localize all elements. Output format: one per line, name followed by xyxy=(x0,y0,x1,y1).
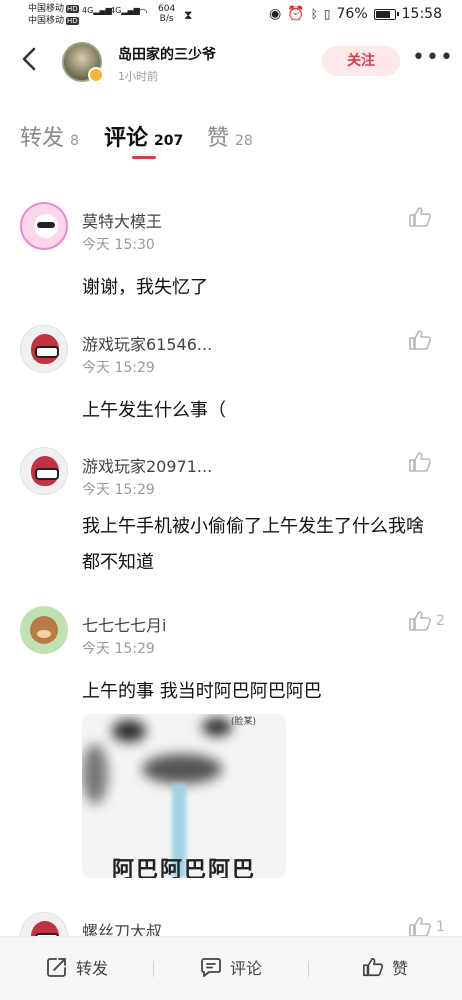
like-button[interactable] xyxy=(408,451,436,473)
chevron-left-icon xyxy=(22,47,36,71)
author-avatar[interactable] xyxy=(62,42,104,83)
like-button[interactable] xyxy=(408,206,436,228)
comment-time: 今天 15:30 xyxy=(82,237,155,253)
comment-image[interactable]: (脸某) 阿巴阿巴阿巴 xyxy=(82,714,286,878)
comment-text: 我上午手机被小偷偷了上午发生了什么我啥都不知道 xyxy=(82,516,424,573)
status-bar: 中国移动 HD 中国移动 HD 4G▂▄▆ 4G▂▄▆ ◠ 604 B/s ⧗ ◉ ⏰… xyxy=(0,0,462,32)
verified-badge-icon xyxy=(88,67,104,83)
more-options-button[interactable]: ••• xyxy=(412,47,453,74)
clock: 15:58 xyxy=(401,6,442,22)
comment-time: 今天 15:29 xyxy=(82,360,155,376)
carrier-2: 中国移动 HD xyxy=(28,16,79,26)
comment-time: 今天 15:29 xyxy=(82,482,155,498)
wifi-icon: ◠ xyxy=(138,6,148,19)
comment-icon xyxy=(201,958,221,977)
signal-icon-2: 4G▂▄▆ xyxy=(110,6,140,15)
alarm-icon: ⏰ xyxy=(287,6,305,22)
tab-likes[interactable]: 赞 28 xyxy=(207,120,253,152)
battery-percent: 76% xyxy=(336,6,368,22)
comment-author[interactable]: 七七七七月i xyxy=(82,612,166,636)
tab-bar: 转发 8 评论 207 赞 28 xyxy=(0,112,462,162)
tab-comments[interactable]: 评论 207 xyxy=(104,120,183,152)
avatar[interactable] xyxy=(20,202,68,250)
like-button[interactable]: 2 xyxy=(408,610,445,632)
comment-text: 上午的事 我当时阿巴阿巴阿巴 xyxy=(82,681,322,702)
avatar[interactable] xyxy=(20,447,68,495)
like-post-button[interactable]: 赞 xyxy=(362,955,408,979)
like-button[interactable] xyxy=(408,329,436,351)
repost-icon xyxy=(47,958,66,977)
meme-watermark: (脸某) xyxy=(230,717,256,727)
comment-text: 谢谢，我失忆了 xyxy=(82,277,208,298)
divider xyxy=(308,961,309,977)
carrier-1: 中国移动 HD xyxy=(28,4,79,14)
active-tab-indicator xyxy=(132,156,156,159)
author-name[interactable]: 岛田家的三少爷 xyxy=(118,44,216,64)
follow-button[interactable]: 关注 xyxy=(322,46,400,76)
vibrate-icon: ▯ xyxy=(323,7,331,21)
thumbs-up-icon xyxy=(409,452,431,472)
thumbs-up-icon xyxy=(409,207,431,227)
comment-button[interactable]: 评论 xyxy=(200,955,262,979)
post-header: 岛田家的三少爷 1小时前 关注 ••• xyxy=(0,32,462,90)
back-button[interactable] xyxy=(16,44,44,74)
hourglass-icon: ⧗ xyxy=(184,8,193,22)
network-speed: 604 B/s xyxy=(158,4,176,24)
thumbs-up-icon xyxy=(363,957,384,977)
signal-icon: 4G▂▄▆ xyxy=(82,6,112,15)
bottom-action-bar: 转发 评论 赞 xyxy=(0,936,462,1000)
comment-text: 上午发生什么事（ xyxy=(82,400,226,421)
like-button[interactable]: 1 xyxy=(408,916,445,938)
thumbs-up-icon xyxy=(409,917,431,937)
comment-author[interactable]: 游戏玩家20971... xyxy=(82,453,212,477)
meme-caption: 阿巴阿巴阿巴 xyxy=(111,858,256,878)
thumbs-up-icon xyxy=(409,611,431,631)
comment-author[interactable]: 游戏玩家61546... xyxy=(82,331,212,355)
thumbs-up-icon xyxy=(409,330,431,350)
eye-icon: ◉ xyxy=(269,6,282,22)
avatar[interactable] xyxy=(20,325,68,373)
comment-time: 今天 15:29 xyxy=(82,641,155,657)
divider xyxy=(153,961,154,977)
battery-icon xyxy=(373,8,399,20)
bluetooth-icon: ᛒ xyxy=(310,7,318,21)
avatar[interactable] xyxy=(20,606,68,654)
post-time: 1小时前 xyxy=(118,70,158,83)
comment-author[interactable]: 莫特大模王 xyxy=(82,208,162,232)
repost-button[interactable]: 转发 xyxy=(46,955,108,979)
tab-repost[interactable]: 转发 8 xyxy=(20,120,79,152)
